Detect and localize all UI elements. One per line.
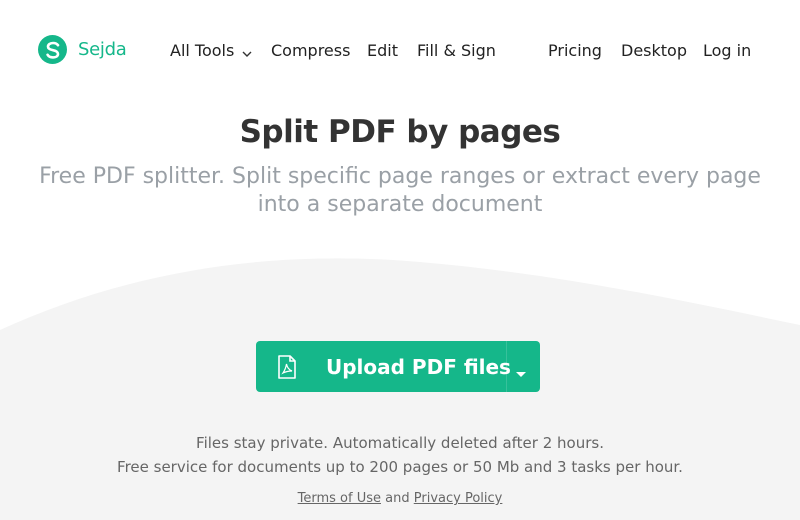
nav-login[interactable]: Log in bbox=[703, 41, 751, 61]
nav-compress[interactable]: Compress bbox=[271, 41, 350, 61]
logo-text: Sejda bbox=[78, 39, 127, 60]
nav-all-tools-label: All Tools bbox=[170, 41, 235, 60]
privacy-info: Files stay private. Automatically delete… bbox=[196, 434, 604, 452]
upload-button-label: Upload PDF files bbox=[326, 355, 511, 379]
nav-edit[interactable]: Edit bbox=[367, 41, 398, 61]
nav-desktop[interactable]: Desktop bbox=[621, 41, 687, 61]
legal-and-text: and bbox=[385, 491, 410, 506]
page-title: Split PDF by pages bbox=[239, 114, 561, 150]
chevron-down-icon bbox=[242, 42, 252, 62]
caret-down-icon[interactable] bbox=[515, 363, 527, 382]
pdf-file-icon bbox=[277, 355, 297, 383]
top-navigation: Sejda All Tools Compress Edit Fill & Sig… bbox=[0, 0, 800, 100]
legal-links: Terms of Use and Privacy Policy bbox=[0, 491, 800, 506]
nav-pricing[interactable]: Pricing bbox=[548, 41, 602, 61]
upload-divider bbox=[506, 341, 507, 392]
sejda-logo[interactable]: Sejda bbox=[38, 35, 127, 64]
nav-fill-sign[interactable]: Fill & Sign bbox=[417, 41, 496, 61]
terms-of-use-link[interactable]: Terms of Use bbox=[298, 491, 381, 506]
nav-all-tools[interactable]: All Tools bbox=[170, 41, 252, 62]
page-subtitle: Free PDF splitter. Split specific page r… bbox=[39, 164, 761, 217]
privacy-policy-link[interactable]: Privacy Policy bbox=[414, 491, 503, 506]
sejda-logo-icon bbox=[38, 35, 67, 64]
upload-pdf-button[interactable]: Upload PDF files bbox=[256, 341, 540, 392]
limits-info: Free service for documents up to 200 pag… bbox=[117, 458, 683, 476]
